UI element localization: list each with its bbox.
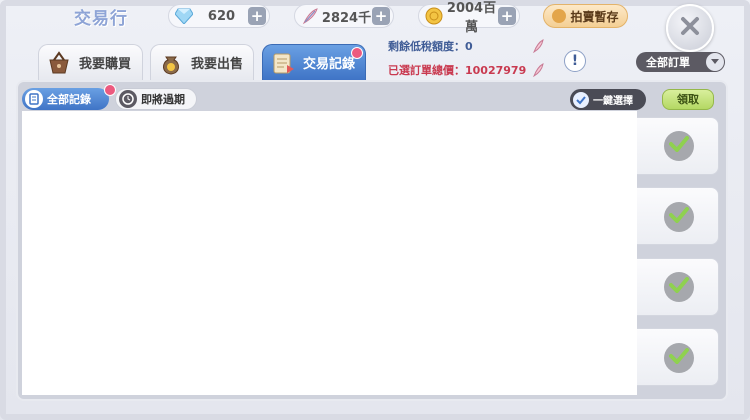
row-select-checkbox[interactable] — [664, 131, 694, 161]
total-price-row: 已選訂單總價：10027979 — [388, 62, 526, 78]
checkmark-icon — [669, 348, 689, 368]
feather-icon — [532, 62, 544, 78]
auction-storage-label: 拍賣暫存 — [570, 9, 619, 24]
add-feather-button[interactable]: + — [372, 7, 390, 25]
tab-records-label: 交易記錄 — [303, 57, 356, 72]
top-bar: 交易行 620 + 2824千 + 2004百萬 + 拍賣暫存 — [0, 0, 750, 36]
select-all-button[interactable]: 一鍵選擇 — [570, 89, 646, 110]
order-filter-dropdown[interactable]: 全部訂單 — [636, 52, 725, 72]
claim-button[interactable]: 領取 — [662, 89, 714, 110]
subtab-expiring[interactable]: 即將過期 — [115, 88, 197, 110]
tax-quota-label: 剩餘低稅額度： — [388, 40, 465, 53]
order-filter-value: 全部訂單 — [646, 56, 690, 69]
row-select-checkbox[interactable] — [664, 343, 694, 373]
add-coin-button[interactable]: + — [498, 7, 516, 25]
notification-badge — [104, 84, 116, 96]
feather-currency: 2824千 + — [294, 4, 394, 28]
diamond-currency: 620 + — [168, 4, 270, 28]
checkmark-icon — [573, 91, 589, 108]
money-bag-icon — [157, 49, 185, 77]
checkmark-icon — [669, 136, 689, 156]
subtab-expiring-label: 即將過期 — [141, 93, 185, 106]
tab-sell[interactable]: 我要出售 — [150, 44, 254, 80]
checkmark-icon — [669, 277, 689, 297]
page-title: 交易行 — [74, 9, 128, 29]
coin-amount: 2004百萬 — [446, 1, 497, 35]
close-button[interactable] — [666, 4, 714, 52]
notification-badge — [351, 47, 363, 59]
select-all-label: 一鍵選擇 — [593, 96, 633, 107]
auction-storage-button[interactable]: 拍賣暫存 — [543, 4, 628, 28]
feather-amount: 2824千 — [321, 10, 372, 26]
feather-icon — [532, 38, 544, 54]
info-button[interactable]: ! — [564, 50, 586, 72]
records-list — [22, 111, 637, 395]
coin-icon — [423, 5, 445, 27]
tab-buy[interactable]: 我要購買 — [38, 44, 143, 80]
subtab-all-records[interactable]: 全部記錄 — [22, 84, 116, 110]
checkmark-icon — [669, 207, 689, 227]
tab-sell-label: 我要出售 — [191, 57, 244, 72]
records-icon — [269, 49, 297, 77]
coin-currency: 2004百萬 + — [418, 1, 520, 35]
subtab-all-records-label: 全部記錄 — [47, 93, 91, 106]
chevron-down-icon — [706, 53, 724, 71]
feather-icon — [299, 5, 321, 27]
subtab-bar: 全部記錄 即將過期 — [22, 84, 203, 110]
total-price-label: 已選訂單總價： — [388, 64, 465, 77]
row-select-checkbox[interactable] — [664, 202, 694, 232]
tax-quota-value: 0 — [465, 40, 473, 53]
tab-records[interactable]: 交易記錄 — [262, 44, 366, 80]
diamond-icon — [173, 5, 195, 27]
row-select-checkbox[interactable] — [664, 272, 694, 302]
close-icon — [679, 15, 701, 41]
document-icon — [25, 90, 43, 108]
auction-icon — [552, 9, 567, 23]
add-diamond-button[interactable]: + — [248, 7, 266, 25]
basket-icon — [45, 49, 73, 77]
tab-buy-label: 我要購買 — [79, 57, 132, 72]
tax-quota-row: 剩餘低稅額度：0 — [388, 38, 473, 54]
diamond-amount: 620 — [207, 8, 236, 24]
clock-icon — [119, 90, 137, 108]
total-price-value: 10027979 — [465, 64, 527, 77]
